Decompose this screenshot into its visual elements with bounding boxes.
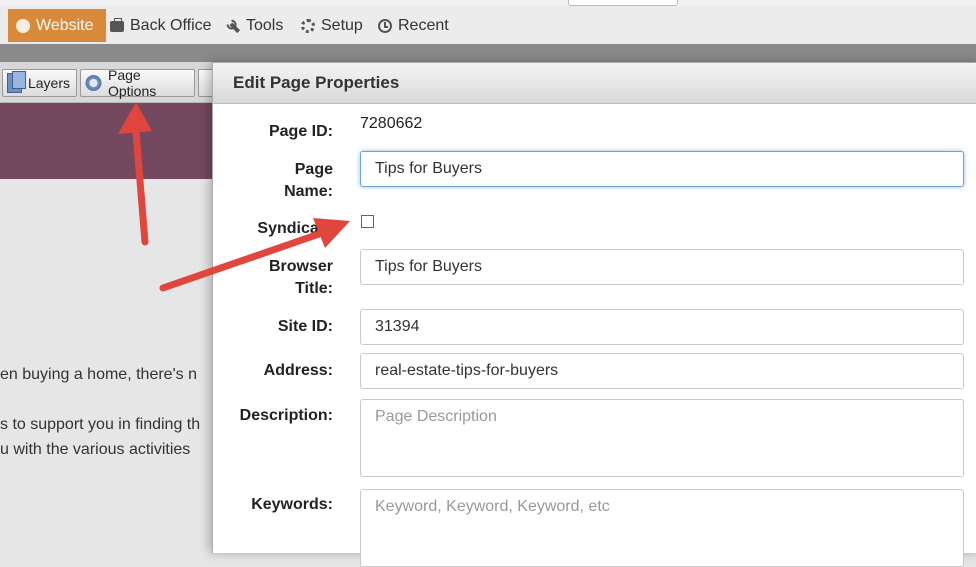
page-banner — [0, 103, 214, 179]
address-label: Address: — [263, 362, 333, 379]
browser-title-label-line1: Browser — [268, 258, 333, 275]
page-id-value: 7280662 — [360, 115, 423, 132]
page-options-label: Page Options — [107, 67, 157, 99]
keywords-label: Keywords: — [251, 496, 333, 513]
syndicate-label: Syndicate — [257, 220, 333, 237]
page-options-gear-icon — [85, 73, 102, 93]
dialog-title: Edit Page Properties — [213, 63, 976, 104]
menu-setup-label: Setup — [321, 16, 363, 34]
menu-recent[interactable]: Recent — [378, 9, 449, 42]
editor-toolbar: Layers Page Options — [0, 62, 220, 103]
content-text-line: u with the various activities — [0, 441, 191, 458]
browser-title-input[interactable] — [360, 249, 964, 285]
site-id-label: Site ID: — [277, 318, 333, 335]
layers-icon — [7, 71, 26, 93]
menu-website[interactable]: Website — [8, 9, 106, 42]
menu-setup[interactable]: Setup — [301, 9, 363, 42]
clock-icon — [378, 18, 392, 33]
briefcase-icon — [110, 18, 124, 32]
browser-title-label-line2: Title: — [295, 280, 333, 297]
gear-icon — [301, 18, 315, 33]
page-options-button[interactable]: Page Options — [80, 67, 195, 99]
page-name-label: Page Name: — [284, 159, 333, 203]
address-input[interactable] — [360, 353, 964, 389]
wrench-icon — [223, 16, 243, 36]
browser-title-label: Browser Title: — [269, 256, 333, 300]
editor-band — [0, 44, 976, 62]
edit-page-properties-dialog: Edit Page Properties Page ID: 7280662 Pa… — [212, 62, 976, 567]
page-name-input[interactable] — [360, 151, 964, 187]
description-textarea[interactable] — [360, 399, 964, 477]
syndicate-checkbox[interactable] — [361, 215, 374, 228]
globe-icon — [16, 18, 30, 33]
keywords-textarea[interactable] — [360, 489, 964, 567]
description-label: Description: — [239, 407, 333, 424]
content-text-line: s to support you in finding th — [0, 416, 201, 433]
menu-back-office[interactable]: Back Office — [110, 9, 212, 42]
menu-recent-label: Recent — [398, 16, 449, 34]
page-id-label: Page ID: — [268, 123, 333, 140]
page-name-label-line1: Page — [294, 161, 333, 178]
content-text-line: en buying a home, there's n — [0, 366, 197, 383]
menu-website-label: Website — [36, 16, 94, 34]
site-id-input[interactable] — [360, 309, 964, 345]
page-name-label-line2: Name: — [284, 183, 333, 200]
layers-button[interactable]: Layers — [2, 69, 77, 97]
menu-tools-label: Tools — [246, 16, 284, 34]
main-menu-bar: Website Back Office Tools Setup Recent — [0, 6, 976, 45]
menu-tools[interactable]: Tools — [226, 9, 283, 42]
menu-back-office-label: Back Office — [130, 16, 212, 34]
layers-label: Layers — [27, 75, 70, 91]
